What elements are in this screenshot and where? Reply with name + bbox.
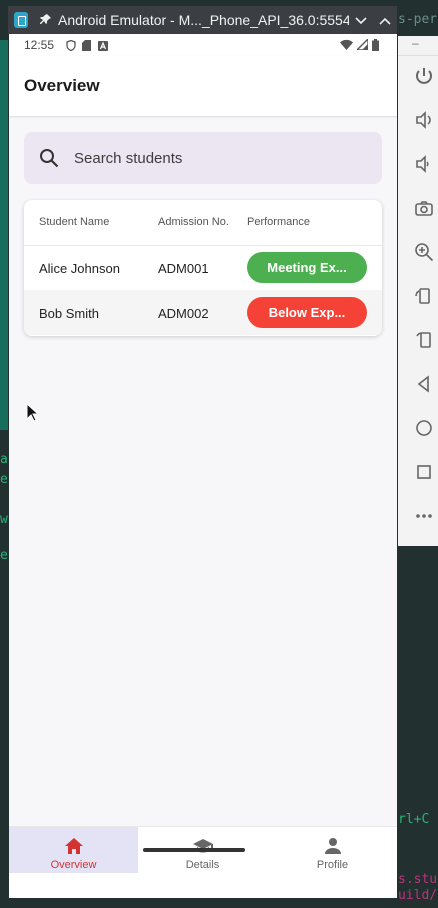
nav-label-profile: Profile bbox=[316, 859, 349, 871]
nav-item-profile[interactable]: Profile bbox=[268, 827, 397, 873]
bottom-navigation: Overview Details Profile bbox=[9, 826, 397, 898]
rotate-right-icon[interactable] bbox=[414, 330, 438, 354]
overview-square-icon[interactable] bbox=[414, 462, 438, 486]
school-icon bbox=[192, 837, 213, 855]
student-name-cell: Alice Johnson bbox=[39, 261, 120, 276]
top-app-bar: Overview bbox=[9, 56, 397, 116]
status-time: 12:55 bbox=[24, 38, 55, 52]
code-fragment: a bbox=[0, 452, 8, 467]
admission-number-cell: ADM001 bbox=[158, 261, 209, 276]
nav-label-details: Details bbox=[185, 859, 220, 871]
notification-a-icon bbox=[98, 40, 109, 51]
editor-tab-fragment: s-per bbox=[398, 12, 438, 27]
home-icon bbox=[64, 837, 84, 855]
window-title: Android Emulator - M..._Phone_API_36.0:5… bbox=[58, 12, 349, 28]
pin-icon[interactable] bbox=[40, 13, 52, 28]
side-panel-header: – bbox=[398, 36, 438, 56]
column-header-admission-no: Admission No. bbox=[158, 216, 229, 228]
home-circle-icon[interactable] bbox=[414, 418, 438, 442]
student-name-cell: Bob Smith bbox=[39, 306, 99, 321]
chevron-down-icon[interactable] bbox=[349, 13, 373, 28]
nav-label-overview: Overview bbox=[50, 859, 97, 871]
battery-icon bbox=[372, 39, 379, 54]
table-header: Student Name Admission No. Performance bbox=[24, 200, 382, 246]
back-icon[interactable] bbox=[414, 374, 438, 398]
students-table: Student Name Admission No. Performance A… bbox=[24, 200, 382, 336]
volume-down-icon[interactable] bbox=[414, 154, 438, 178]
table-row[interactable]: Bob Smith ADM002 Below Exp... bbox=[24, 290, 382, 335]
gesture-home-bar[interactable] bbox=[143, 848, 245, 852]
zoom-icon[interactable] bbox=[414, 242, 438, 266]
code-fragment: e bbox=[0, 548, 8, 563]
camera-icon[interactable] bbox=[414, 198, 438, 222]
table-row[interactable]: Alice Johnson ADM001 Meeting Ex... bbox=[24, 245, 382, 290]
person-icon bbox=[323, 837, 343, 855]
page-title: Overview bbox=[24, 76, 100, 95]
chevron-up-icon[interactable] bbox=[373, 13, 397, 28]
search-placeholder: Search students bbox=[74, 149, 183, 167]
column-header-student-name: Student Name bbox=[39, 216, 110, 228]
power-icon[interactable] bbox=[414, 66, 438, 90]
mouse-cursor-icon bbox=[26, 402, 40, 423]
code-fragment: w bbox=[0, 512, 8, 527]
editor-gutter bbox=[0, 40, 8, 430]
rotate-left-icon[interactable] bbox=[414, 286, 438, 310]
column-header-performance: Performance bbox=[247, 216, 310, 228]
sd-card-icon bbox=[82, 40, 92, 51]
admission-number-cell: ADM002 bbox=[158, 306, 209, 321]
nav-item-overview[interactable]: Overview bbox=[9, 827, 138, 873]
performance-badge[interactable]: Below Exp... bbox=[247, 297, 367, 328]
code-fragment: e bbox=[0, 472, 8, 487]
code-fragment: rl+C bbox=[398, 812, 430, 827]
code-fragment: s.stu bbox=[398, 872, 438, 887]
wifi-icon bbox=[340, 39, 353, 54]
status-bar: 12:55 bbox=[9, 34, 397, 56]
emulator-app-icon bbox=[14, 12, 28, 28]
emulator-titlebar[interactable]: Android Emulator - M..._Phone_API_36.0:5… bbox=[8, 6, 397, 34]
shield-icon bbox=[66, 39, 76, 52]
more-icon[interactable] bbox=[414, 506, 438, 530]
phone-screen: 12:55 Overview Search students Student N… bbox=[9, 34, 397, 898]
performance-badge[interactable]: Meeting Ex... bbox=[247, 252, 367, 283]
search-icon bbox=[38, 147, 60, 169]
code-fragment: uild/ bbox=[398, 888, 438, 903]
volume-up-icon[interactable] bbox=[414, 110, 438, 134]
search-input[interactable]: Search students bbox=[24, 132, 382, 184]
signal-icon bbox=[355, 37, 369, 54]
emulator-side-panel: – bbox=[398, 36, 438, 546]
